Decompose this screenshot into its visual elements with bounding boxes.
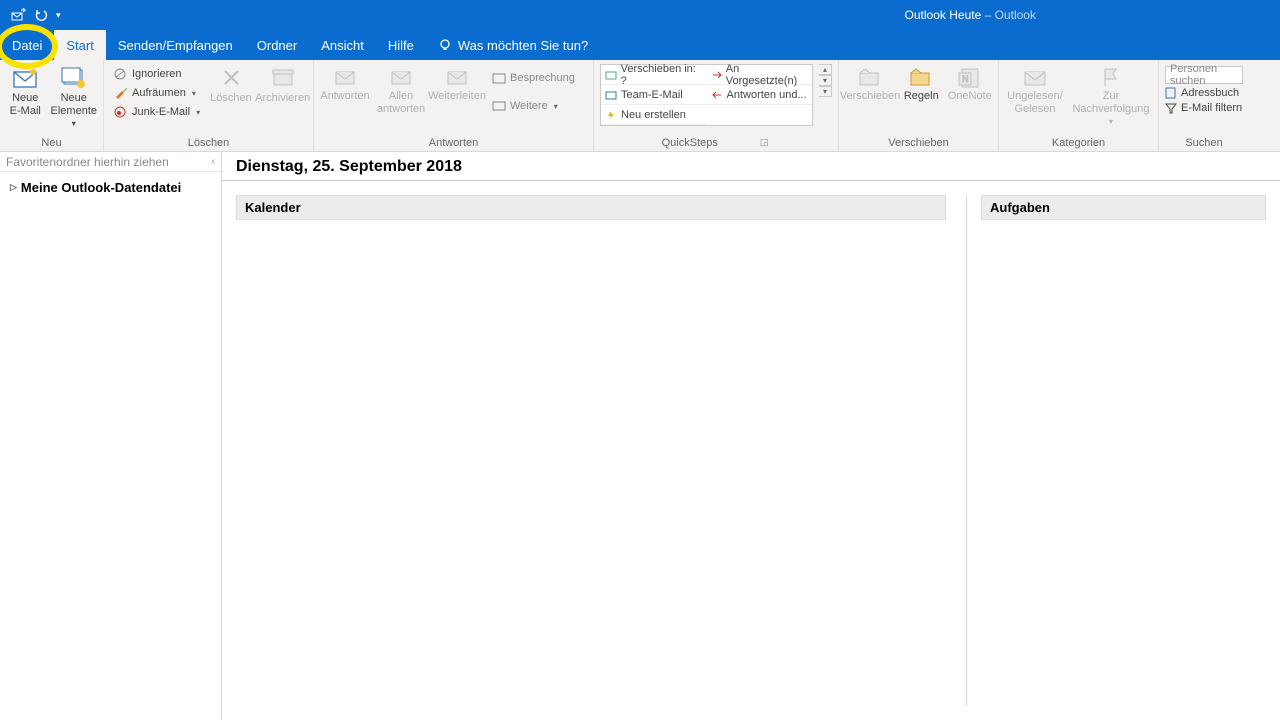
rules-button[interactable]: Regeln xyxy=(901,64,942,103)
calendar-icon xyxy=(492,72,506,84)
forward-button[interactable]: Weiterleiten xyxy=(432,64,482,103)
qat-sendreceive-icon[interactable] xyxy=(10,8,26,22)
addressbook-button[interactable]: Adressbuch xyxy=(1165,87,1243,99)
archive-button[interactable]: Archivieren xyxy=(258,64,308,105)
unread-read-button[interactable]: Ungelesen/ Gelesen xyxy=(1005,64,1065,115)
funnel-icon xyxy=(1165,102,1177,114)
tab-file[interactable]: Datei xyxy=(0,30,54,60)
qs-to-manager[interactable]: An Vorgesetzte(n) xyxy=(707,65,813,85)
quicksteps-gallery[interactable]: Verschieben in: ? An Vorgesetzte(n) Team… xyxy=(600,64,813,126)
reply-button[interactable]: Antworten xyxy=(320,64,370,103)
quick-access-toolbar: ▾ xyxy=(0,8,61,22)
tell-me-search[interactable]: Was möchten Sie tun? xyxy=(426,30,600,60)
more-respond-button[interactable]: Weitere xyxy=(488,98,579,114)
group-label-loeschen: Löschen xyxy=(110,136,307,151)
tab-send-receive[interactable]: Senden/Empfangen xyxy=(106,30,245,60)
new-email-button[interactable]: Neue E-Mail xyxy=(6,64,45,117)
group-label-kategorien: Kategorien xyxy=(1005,136,1152,151)
window-title: Outlook Heute – Outlook xyxy=(61,8,1280,22)
folder-pane: Favoritenordner hierhin ziehen ‹ Meine O… xyxy=(0,152,222,720)
group-kategorien: Ungelesen/ Gelesen Zur Nachverfolgung ▾ … xyxy=(999,60,1159,151)
ignore-button[interactable]: Ignorieren xyxy=(110,66,204,82)
tasks-panel: Aufgaben xyxy=(966,195,1266,706)
qs-move-to[interactable]: Verschieben in: ? xyxy=(601,65,707,85)
calendar-panel: Kalender xyxy=(236,195,946,706)
group-suchen: Personen suchen Adressbuch E-Mail filter… xyxy=(1159,60,1249,151)
reply-all-button[interactable]: Allen antworten xyxy=(376,64,426,115)
quicksteps-scroll: ▴ ▾ ▾ xyxy=(819,64,832,97)
svg-text:N: N xyxy=(962,74,969,84)
outlook-today-pane: Dienstag, 25. September 2018 Kalender Au… xyxy=(222,152,1280,720)
tab-help[interactable]: Hilfe xyxy=(376,30,426,60)
group-label-antworten: Antworten xyxy=(320,136,587,151)
lightbulb-icon xyxy=(438,38,452,52)
qs-create-new[interactable]: Neu erstellen xyxy=(601,105,707,125)
calendar-heading: Kalender xyxy=(236,195,946,220)
undo-icon[interactable] xyxy=(34,8,48,22)
tab-view[interactable]: Ansicht xyxy=(309,30,376,60)
filter-email-button[interactable]: E-Mail filtern xyxy=(1165,102,1243,114)
favorites-drop-hint[interactable]: Favoritenordner hierhin ziehen ‹ xyxy=(0,152,221,172)
content-area: Favoritenordner hierhin ziehen ‹ Meine O… xyxy=(0,152,1280,720)
cleanup-button[interactable]: Aufräumen xyxy=(110,85,204,101)
group-quicksteps: Verschieben in: ? An Vorgesetzte(n) Team… xyxy=(594,60,839,151)
junk-icon xyxy=(114,106,128,118)
junk-button[interactable]: Junk-E-Mail xyxy=(110,104,204,120)
group-label-suchen: Suchen xyxy=(1165,136,1243,151)
onenote-button[interactable]: N OneNote xyxy=(948,64,992,103)
lightning-icon xyxy=(605,110,617,120)
ribbon-tabs: Datei Start Senden/Empfangen Ordner Ansi… xyxy=(0,30,1280,60)
tab-start[interactable]: Start xyxy=(54,30,105,60)
folder-move-icon xyxy=(605,70,617,80)
envelope-icon xyxy=(492,100,506,112)
followup-button[interactable]: Zur Nachverfolgung ▾ xyxy=(1071,64,1151,128)
group-label-verschieben: Verschieben xyxy=(845,136,992,151)
group-verschieben: Verschieben Regeln N OneNote Verschieben xyxy=(839,60,999,151)
tab-folder[interactable]: Ordner xyxy=(245,30,309,60)
meeting-button[interactable]: Besprechung xyxy=(488,70,579,86)
title-bar: ▾ Outlook Heute – Outlook xyxy=(0,0,1280,30)
people-search-input[interactable]: Personen suchen xyxy=(1165,66,1243,84)
chevron-left-icon[interactable]: ‹ xyxy=(212,156,215,167)
outlook-data-file-node[interactable]: Meine Outlook-Datendatei xyxy=(0,172,221,203)
group-label-quicksteps: QuickSteps◲ xyxy=(600,136,832,151)
qs-reply-and[interactable]: Antworten und... xyxy=(707,85,813,105)
ignore-icon xyxy=(114,68,128,80)
qs-scroll-down[interactable]: ▾ xyxy=(819,75,832,86)
forward-icon xyxy=(711,70,722,80)
today-date-heading: Dienstag, 25. September 2018 xyxy=(222,152,1280,181)
group-loeschen: Ignorieren Aufräumen Junk-E-Mail Löschen… xyxy=(104,60,314,151)
broom-icon xyxy=(114,87,128,99)
qs-scroll-up[interactable]: ▴ xyxy=(819,64,832,75)
group-label-neu: Neu xyxy=(6,136,97,151)
qs-expand[interactable]: ▾ xyxy=(819,86,832,97)
mail-icon xyxy=(605,90,617,100)
book-icon xyxy=(1165,87,1177,99)
new-items-button[interactable]: Neue Elemente ▾ xyxy=(51,64,97,130)
delete-button[interactable]: Löschen xyxy=(210,64,252,105)
tasks-heading: Aufgaben xyxy=(981,195,1266,220)
qs-team-email[interactable]: Team-E-Mail xyxy=(601,85,707,105)
qs-empty xyxy=(707,105,813,125)
group-neu: Neue E-Mail Neue Elemente ▾ Neu xyxy=(0,60,104,151)
quicksteps-dialog-launcher[interactable]: ◲ xyxy=(758,137,771,149)
ribbon: Neue E-Mail Neue Elemente ▾ Neu Ignorier… xyxy=(0,60,1280,152)
reply-icon xyxy=(711,90,723,100)
group-antworten: Antworten Allen antworten Weiterleiten B… xyxy=(314,60,594,151)
move-button[interactable]: Verschieben xyxy=(845,64,895,103)
